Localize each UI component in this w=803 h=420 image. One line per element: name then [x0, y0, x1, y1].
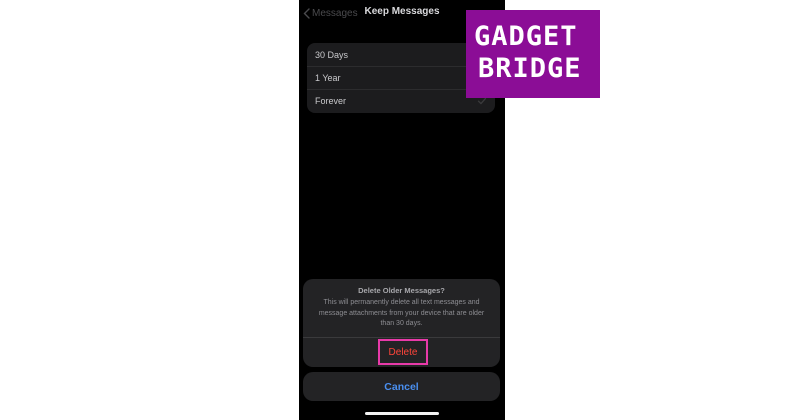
- sheet-title: Delete Older Messages?: [358, 286, 445, 295]
- option-label: 1 Year: [315, 73, 341, 83]
- logo-text-line-2: BRIDGE: [478, 53, 582, 84]
- divider: [303, 337, 500, 338]
- logo-text-line-1: GADGET: [474, 21, 578, 52]
- option-label: Forever: [315, 96, 347, 106]
- sheet-message: This will permanently delete all text me…: [318, 299, 485, 327]
- delete-confirmation-sheet: Delete Older Messages? This will permane…: [303, 279, 500, 367]
- option-label: 30 Days: [315, 49, 349, 60]
- cancel-button[interactable]: Cancel: [303, 372, 500, 401]
- delete-button[interactable]: Delete: [378, 339, 428, 365]
- gadget-bridge-logo: GADGET BRIDGE: [466, 10, 600, 98]
- home-indicator[interactable]: [365, 412, 439, 415]
